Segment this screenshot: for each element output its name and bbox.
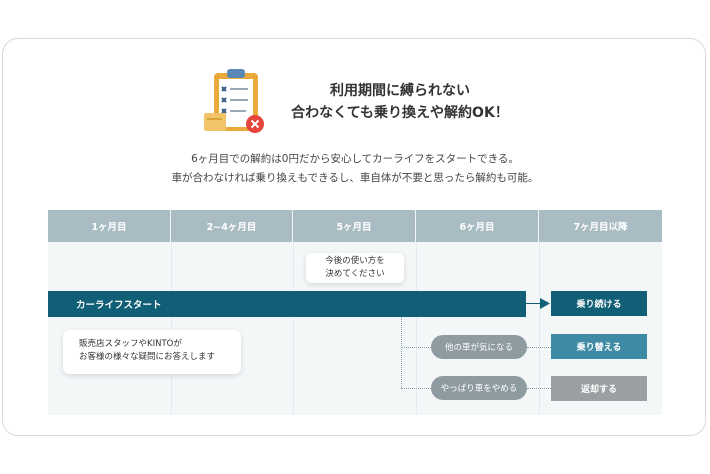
support-note-line-2: お客様の様々な疑問にお答えします [79,352,216,362]
return-result-box: 返却する [551,376,647,401]
column-header-month-7-plus: 7ヶ月目以降 [539,210,662,242]
switch-reason-pill: 他の車が気になる [431,335,527,359]
timeline-diagram: 1ヶ月目 2~4ヶ月目 5ヶ月目 6ヶ月目 7ヶ月目以降 今後の使い方を 決めて… [48,210,662,415]
column-divider [539,242,540,415]
result-connector [527,388,551,389]
close-badge-icon [246,115,264,133]
column-divider [171,242,172,415]
column-header-month-1: 1ヶ月目 [48,210,171,242]
column-header-month-2-4: 2~4ヶ月目 [171,210,293,242]
column-divider [416,242,417,415]
branch-connector [401,317,402,388]
branch-connector [401,347,431,348]
cancel-reason-pill: やっぱり車をやめる [431,376,527,400]
headline: 利用期間に縛られない 合わなくても乗り換えや解約OK！ [280,80,520,124]
support-note-line-1: 販売店スタッフやKINTOが [79,339,182,349]
month5-note: 今後の使い方を 決めてください [306,253,404,283]
headline-line-2: 合わなくても乗り換えや解約OK！ [291,105,509,121]
description-line-1: 6ヶ月目での解約は0円だから安心してカーライフをスタートできる。 [191,153,519,165]
column-header-month-6: 6ヶ月目 [416,210,539,242]
continue-result-box: 乗り続ける [551,291,647,316]
support-note: 販売店スタッフやKINTOが お客様の様々な疑問にお答えします [63,330,241,374]
month5-note-line-2: 決めてください [325,269,385,279]
switch-result-box: 乗り替える [551,334,647,359]
description-line-2: 車が合わなければ乗り換えもできるし、車自体が不要と思ったら解約も可能。 [171,172,539,184]
carlife-start-bar: カーライフスタート [48,291,526,317]
headline-line-1: 利用期間に縛られない [330,83,470,99]
description: 6ヶ月目での解約は0円だから安心してカーライフをスタートできる。 車が合わなけれ… [150,150,560,188]
column-header-month-5: 5ヶ月目 [293,210,416,242]
column-divider [293,242,294,415]
arrow-right-icon [540,298,550,309]
result-connector [527,347,551,348]
branch-connector [401,388,431,389]
month5-note-line-1: 今後の使い方を [325,256,385,266]
